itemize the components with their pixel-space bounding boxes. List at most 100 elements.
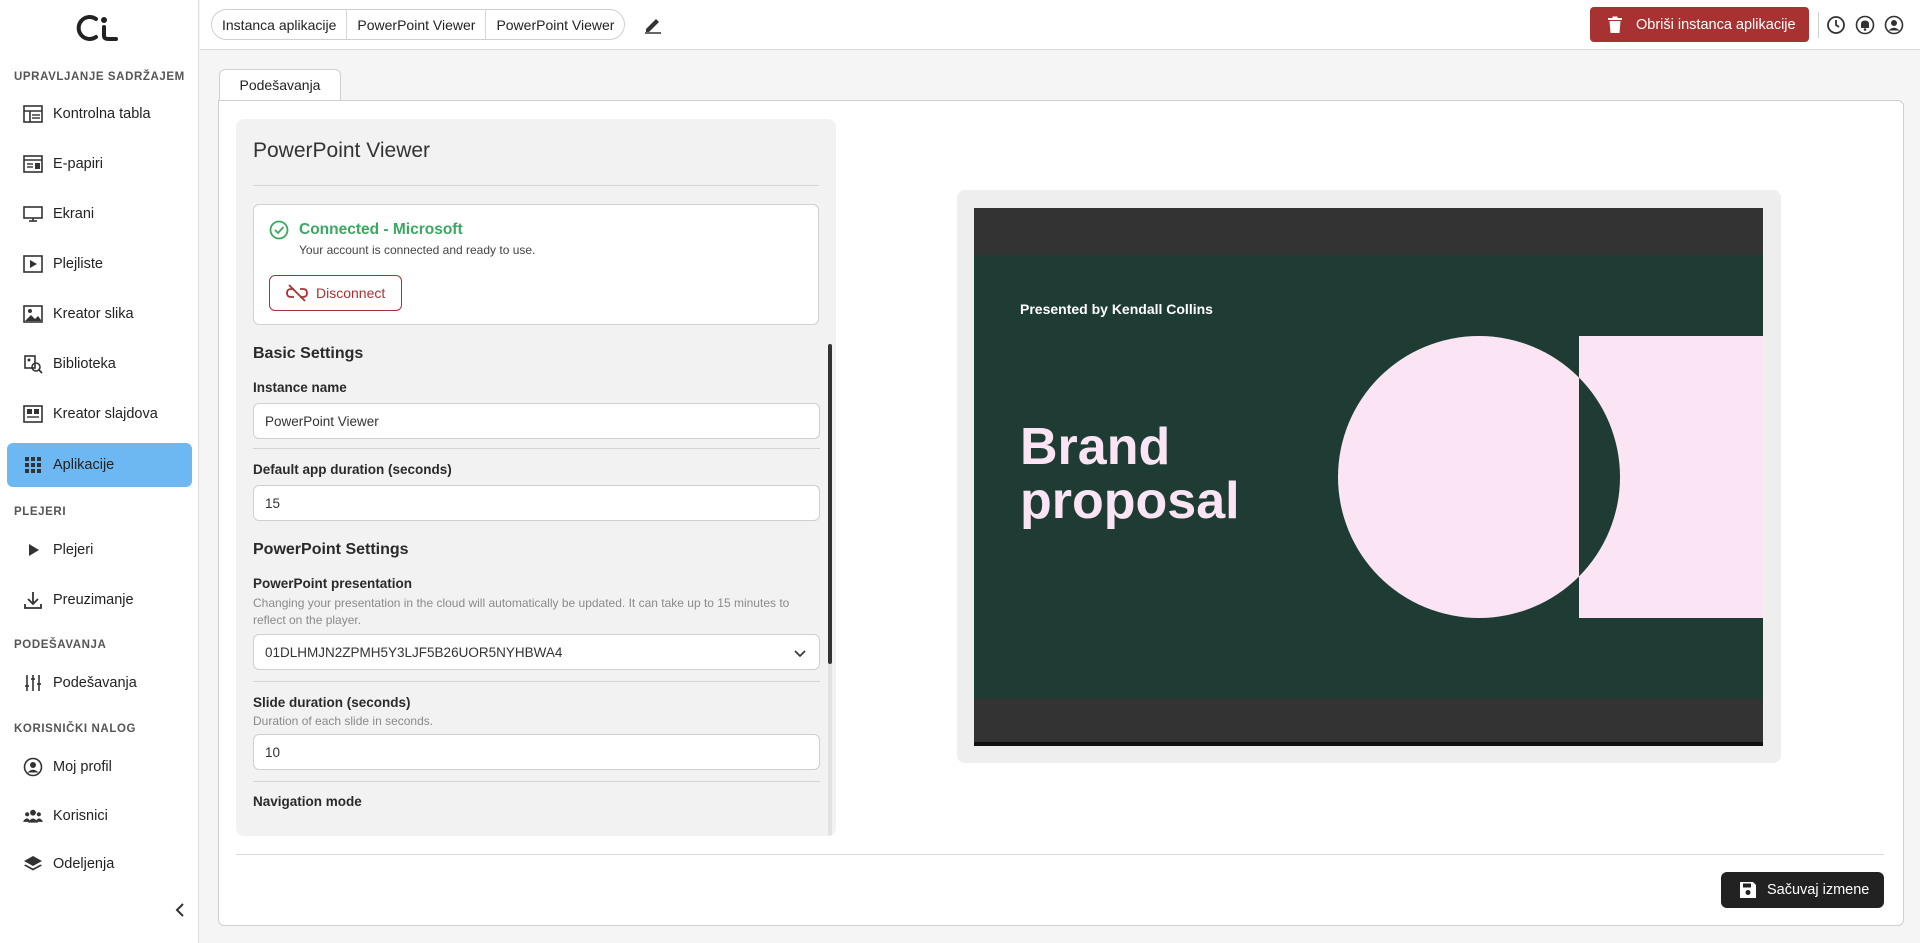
divider (253, 681, 820, 682)
floppy-disk-icon (1740, 882, 1756, 898)
slide-bottom-edge (974, 742, 1763, 746)
disconnect-label: Disconnect (316, 285, 386, 301)
instance-name-label: Instance name (253, 380, 347, 395)
navigation-mode-label: Navigation mode (253, 794, 362, 809)
logo (76, 15, 118, 41)
sidebar-item-apps[interactable]: Aplikacije (7, 443, 192, 487)
presentation-label: PowerPoint presentation (253, 576, 413, 591)
users-icon (23, 806, 43, 826)
epaper-icon (23, 154, 43, 174)
sidebar-item-label: Kontrolna tabla (53, 106, 151, 122)
slide-presenter: Presented by Kendall Collins (1020, 301, 1213, 317)
sidebar-item-settings[interactable]: Podešavanja (7, 661, 192, 705)
layers-icon (23, 854, 43, 874)
image-icon (23, 304, 43, 324)
sidebar-item-download[interactable]: Preuzimanje (7, 578, 192, 622)
chevron-down-icon (794, 650, 806, 658)
connection-status-box: Connected - Microsoft Your account is co… (253, 204, 819, 325)
slide-content: Presented by Kendall Collins Brand propo… (974, 255, 1763, 699)
delete-instance-button[interactable]: Obriši instanca aplikacije (1590, 7, 1809, 42)
presentation-select[interactable]: 01DLHMJN2ZPMH5Y3LJF5B26UOR5NYHBWA4 (253, 634, 820, 670)
account-button[interactable] (1883, 14, 1905, 36)
presentation-help: Changing your presentation in the cloud … (253, 596, 790, 627)
sidebar-item-departments[interactable]: Odeljenja (7, 842, 192, 886)
sliders-icon (23, 673, 43, 693)
breadcrumb-item[interactable]: Instanca aplikacije (212, 10, 346, 39)
download-icon (23, 590, 43, 610)
duration-label: Default app duration (seconds) (253, 462, 452, 477)
delete-instance-label: Obriši instanca aplikacije (1636, 16, 1796, 33)
slide-duration-label: Slide duration (seconds) (253, 695, 411, 710)
card-title: PowerPoint Viewer (253, 139, 431, 162)
sidebar: UPRAVLJANJE SADRŽAJEM Kontrolna tabla E-… (0, 0, 199, 943)
divider (1818, 12, 1819, 38)
clock-icon (1827, 16, 1845, 34)
notifications-button[interactable] (1854, 14, 1876, 36)
sidebar-item-slide-creator[interactable]: Kreator slajdova (7, 392, 192, 436)
disconnect-button[interactable]: Disconnect (269, 275, 402, 311)
slides-icon (23, 404, 43, 424)
sidebar-item-label: Kreator slika (53, 306, 134, 322)
history-button[interactable] (1825, 14, 1847, 36)
scrollbar-thumb[interactable] (828, 344, 832, 664)
basic-settings-heading: Basic Settings (253, 345, 364, 362)
sidebar-item-label: Aplikacije (53, 457, 115, 473)
section-label-settings: PODEŠAVANJA (14, 639, 107, 651)
save-changes-label: Sačuvaj izmene (1767, 882, 1870, 898)
breadcrumb-item[interactable]: PowerPoint Viewer (346, 10, 485, 39)
collapse-sidebar-button[interactable] (170, 900, 190, 920)
save-changes-button[interactable]: Sačuvaj izmene (1721, 872, 1884, 908)
sidebar-item-dashboard[interactable]: Kontrolna tabla (7, 92, 192, 136)
edit-name-button[interactable] (642, 14, 664, 36)
slide-circle-shape (1338, 336, 1620, 618)
sidebar-item-library[interactable]: Biblioteka (7, 342, 192, 386)
section-label-content: UPRAVLJANJE SADRŽAJEM (14, 71, 185, 83)
user-circle-icon (1884, 15, 1904, 35)
apps-grid-icon (23, 455, 43, 475)
tab-settings[interactable]: Podešavanja (219, 69, 341, 100)
slide-lens-shape (1579, 336, 1620, 618)
connection-subtitle: Your account is connected and ready to u… (299, 243, 536, 257)
sidebar-item-playlists[interactable]: Plejliste (7, 242, 192, 286)
presentation-select-value: 01DLHMJN2ZPMH5Y3LJF5B26UOR5NYHBWA4 (265, 644, 563, 660)
instance-name-input[interactable]: PowerPoint Viewer (253, 403, 820, 439)
sidebar-item-label: Plejliste (53, 256, 103, 272)
scrollbar-track[interactable] (828, 664, 832, 836)
settings-card: PowerPoint Viewer Connected - Microsoft … (236, 119, 836, 836)
slide-duration-help: Duration of each slide in seconds. (253, 714, 434, 728)
sidebar-item-players[interactable]: Plejeri (7, 528, 192, 572)
slide-duration-input[interactable]: 10 (253, 734, 820, 770)
divider (236, 854, 1884, 855)
section-label-account: KORISNIČKI NALOG (14, 723, 137, 735)
sidebar-item-label: Kreator slajdova (53, 406, 158, 422)
divider (253, 781, 820, 782)
slide-rect-shape (1579, 336, 1763, 618)
divider (253, 448, 820, 449)
divider (253, 185, 819, 186)
ppt-settings-heading: PowerPoint Settings (253, 541, 409, 558)
sidebar-item-users[interactable]: Korisnici (7, 794, 192, 838)
sidebar-item-label: Podešavanja (53, 675, 137, 691)
breadcrumb-item[interactable]: PowerPoint Viewer (485, 10, 624, 39)
breadcrumb: Instanca aplikacije PowerPoint Viewer Po… (211, 9, 626, 40)
library-icon (23, 354, 43, 374)
trash-icon (1608, 16, 1622, 33)
playlist-icon (23, 254, 43, 274)
sidebar-item-label: Preuzimanje (53, 592, 134, 608)
sidebar-item-profile[interactable]: Moj profil (7, 745, 192, 789)
sidebar-item-image-creator[interactable]: Kreator slika (7, 292, 192, 336)
bell-icon (1855, 15, 1875, 35)
section-label-players: PLEJERI (14, 506, 67, 518)
sidebar-item-screens[interactable]: Ekrani (7, 192, 192, 236)
sidebar-item-label: Moj profil (53, 759, 112, 775)
sidebar-item-epaper[interactable]: E-papiri (7, 142, 192, 186)
duration-input[interactable]: 15 (253, 485, 820, 521)
sidebar-item-label: Ekrani (53, 206, 95, 222)
play-icon (23, 540, 43, 560)
pencil-icon (645, 19, 661, 34)
chevron-left-icon (175, 903, 184, 917)
unlink-icon (286, 284, 308, 302)
sidebar-item-label: E-papiri (53, 156, 103, 172)
slide-title: Brand proposal (1020, 418, 1240, 530)
connection-title: Connected - Microsoft (299, 221, 463, 238)
